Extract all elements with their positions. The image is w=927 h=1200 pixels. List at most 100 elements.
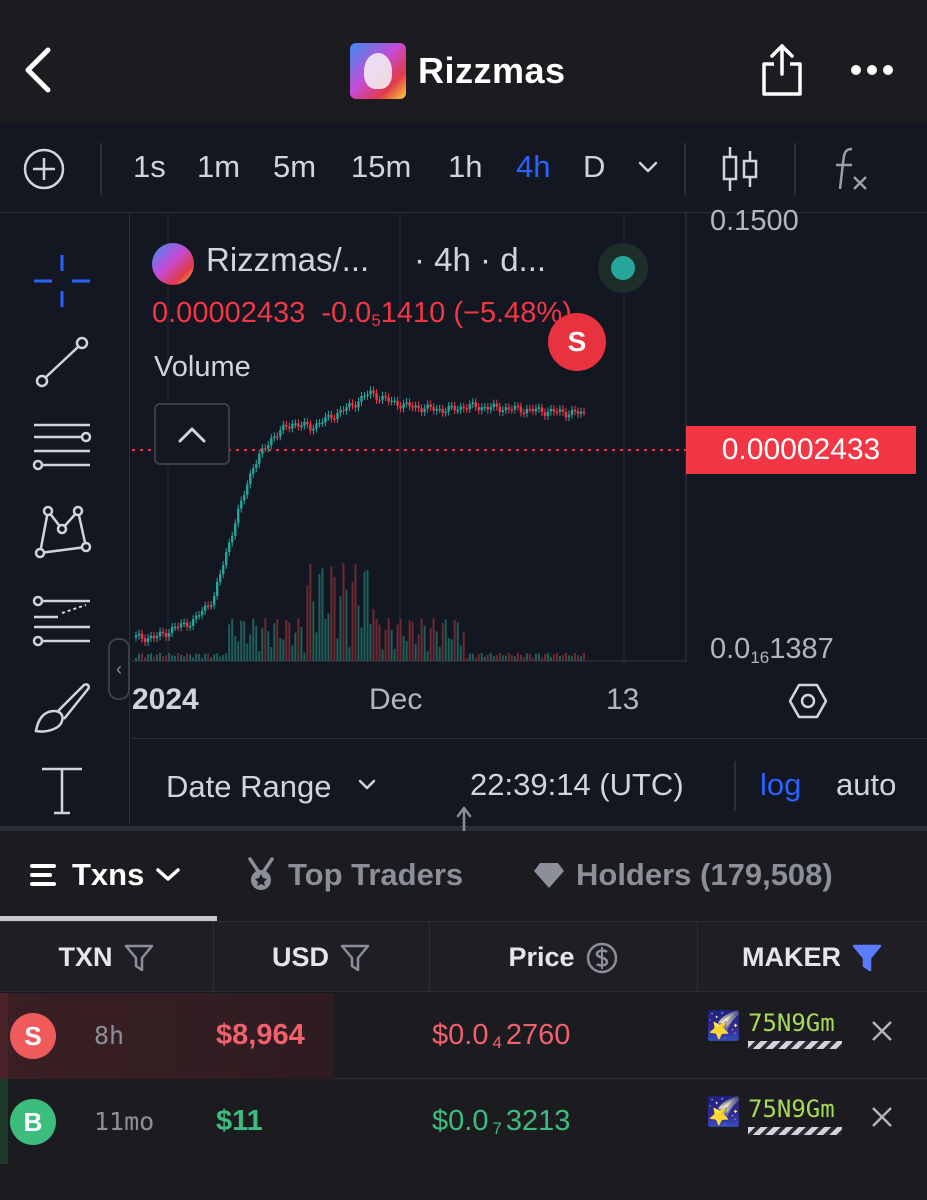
candle bbox=[264, 448, 267, 450]
indicators-fx-icon[interactable] bbox=[828, 143, 872, 195]
volume-bar bbox=[246, 643, 249, 661]
sell-marker[interactable]: S bbox=[548, 313, 606, 371]
timeframe-1h[interactable]: 1h bbox=[448, 149, 482, 185]
column-usd[interactable]: USD bbox=[214, 922, 430, 993]
maker-cell[interactable]: 🌠 75N9Gm bbox=[706, 1093, 846, 1151]
volume-bar bbox=[141, 653, 144, 661]
tab-txns[interactable]: Txns bbox=[28, 857, 182, 893]
timeframe-5m[interactable]: 5m bbox=[273, 149, 316, 185]
volume-bar bbox=[240, 620, 243, 661]
candle bbox=[324, 416, 327, 423]
volume-bar bbox=[165, 655, 168, 661]
brush-icon[interactable] bbox=[28, 675, 96, 739]
maker-cell[interactable]: 🌠 75N9Gm bbox=[706, 1007, 846, 1065]
pattern-icon[interactable] bbox=[28, 499, 96, 563]
candle bbox=[405, 402, 408, 404]
close-icon[interactable] bbox=[868, 1103, 896, 1131]
candle bbox=[432, 407, 435, 411]
volume-bar bbox=[537, 653, 540, 661]
fib-retracement-icon[interactable] bbox=[28, 587, 96, 651]
candle bbox=[429, 404, 432, 408]
log-scale-toggle[interactable]: log bbox=[760, 767, 801, 803]
trend-line-icon[interactable] bbox=[28, 331, 96, 395]
collapse-toolbar-handle[interactable]: ‹ bbox=[108, 638, 130, 700]
volume-bar bbox=[297, 618, 300, 661]
candle bbox=[492, 403, 495, 408]
tab-top-traders[interactable]: Top Traders bbox=[244, 857, 463, 893]
column-txn[interactable]: TXN bbox=[0, 922, 214, 993]
candle bbox=[291, 424, 294, 429]
x-tick-label: 13 bbox=[606, 683, 640, 716]
maker-address[interactable]: 75N9Gm bbox=[748, 1095, 835, 1123]
candle bbox=[528, 408, 532, 411]
volume-bar bbox=[180, 654, 183, 661]
candle bbox=[390, 400, 393, 403]
volume-bar bbox=[363, 571, 366, 661]
txn-type-badge: S bbox=[10, 1013, 56, 1059]
horizontal-lines-icon[interactable] bbox=[28, 413, 96, 477]
add-indicator-icon[interactable] bbox=[22, 147, 66, 191]
table-row[interactable]: S 8h $8,964 $0.0 4 2760 🌠 75N9Gm bbox=[0, 993, 927, 1079]
column-price[interactable]: Price bbox=[430, 922, 698, 993]
volume-bar bbox=[531, 657, 534, 661]
candle bbox=[176, 626, 180, 629]
candle bbox=[282, 424, 285, 431]
candlestick-icon[interactable] bbox=[720, 143, 760, 195]
legend-symbol[interactable]: Rizzmas/... bbox=[206, 241, 369, 279]
volume-bar bbox=[303, 652, 306, 661]
volume-bar bbox=[192, 657, 195, 661]
volume-bar bbox=[408, 620, 411, 661]
close-icon[interactable] bbox=[868, 1017, 896, 1045]
more-options-icon[interactable] bbox=[848, 60, 896, 80]
crosshair-icon[interactable] bbox=[28, 249, 96, 313]
candle bbox=[420, 408, 423, 413]
chevron-down-icon[interactable] bbox=[356, 777, 378, 793]
volume-bar bbox=[258, 651, 261, 661]
volume-bar bbox=[354, 564, 357, 661]
timeframe-4h[interactable]: 4h bbox=[516, 149, 550, 185]
candle bbox=[188, 625, 192, 628]
filter-icon[interactable] bbox=[339, 943, 371, 973]
chart-settings-icon[interactable] bbox=[788, 681, 828, 721]
table-row[interactable]: B 11mo $11 $0.0 7 3213 🌠 75N9Gm bbox=[0, 1079, 927, 1165]
candle bbox=[300, 425, 303, 428]
candle bbox=[309, 424, 312, 431]
candle bbox=[501, 410, 505, 413]
price-chart[interactable]: Rizzmas/... · 4h · d... 0.00002433 -0.05… bbox=[132, 205, 927, 738]
filter-active-icon[interactable] bbox=[851, 943, 883, 973]
dollar-toggle-icon[interactable] bbox=[585, 941, 619, 975]
candle bbox=[240, 500, 243, 509]
chevron-down-icon[interactable] bbox=[636, 157, 660, 177]
tab-holders-label: Holders (179,508) bbox=[576, 857, 833, 892]
chevron-up-icon bbox=[178, 427, 206, 443]
symbol-avatar bbox=[152, 243, 194, 285]
tab-holders[interactable]: Holders (179,508) bbox=[532, 857, 833, 893]
timeframe-1s[interactable]: 1s bbox=[133, 149, 166, 185]
candle bbox=[486, 406, 489, 410]
volume-bar bbox=[228, 624, 231, 661]
text-tool-icon[interactable] bbox=[28, 759, 96, 823]
date-range-button[interactable]: Date Range bbox=[166, 769, 331, 805]
x-tick-label: 2024 bbox=[132, 683, 199, 716]
auto-scale-toggle[interactable]: auto bbox=[836, 767, 896, 803]
back-icon[interactable] bbox=[18, 44, 58, 96]
volume-bar bbox=[522, 657, 525, 661]
timeframe-d[interactable]: D bbox=[583, 149, 605, 185]
timeframe-1m[interactable]: 1m bbox=[197, 149, 240, 185]
filter-icon[interactable] bbox=[123, 943, 155, 973]
timeframe-15m[interactable]: 15m bbox=[351, 149, 411, 185]
volume-bar bbox=[243, 621, 246, 661]
share-icon[interactable] bbox=[760, 42, 804, 98]
candle bbox=[194, 615, 198, 620]
candle bbox=[408, 402, 411, 407]
collapse-legend-button[interactable] bbox=[154, 403, 230, 465]
volume-bar bbox=[372, 608, 375, 661]
utc-clock[interactable]: 22:39:14 (UTC) bbox=[470, 767, 684, 803]
divider bbox=[100, 143, 102, 195]
diamond-icon bbox=[534, 863, 564, 888]
candle bbox=[372, 390, 375, 394]
volume-bar bbox=[249, 634, 252, 661]
column-maker[interactable]: MAKER bbox=[698, 922, 927, 993]
maker-address[interactable]: 75N9Gm bbox=[748, 1009, 835, 1037]
volume-bar bbox=[492, 656, 495, 661]
